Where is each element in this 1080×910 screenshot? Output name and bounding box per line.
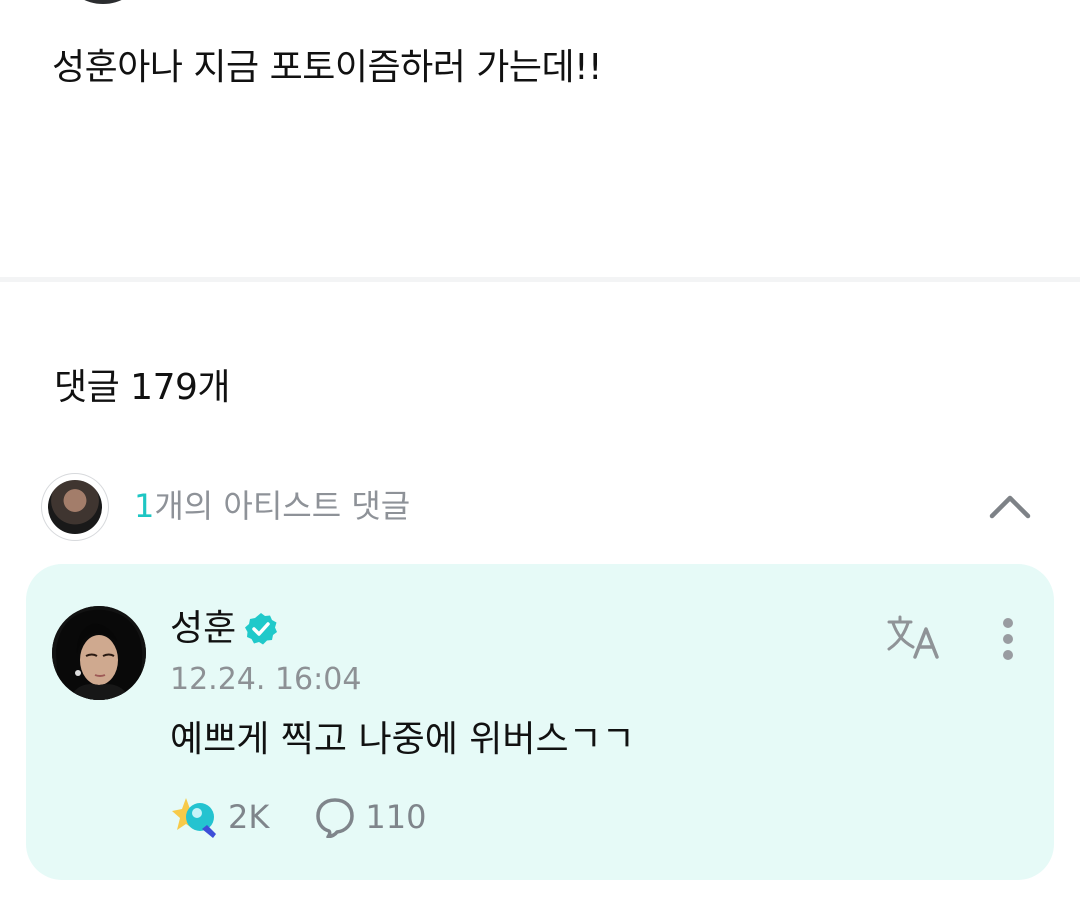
translate-button[interactable] [886,614,942,662]
section-divider [0,277,1080,282]
chevron-up-icon [989,495,1031,519]
artist-comment-label-text: 개의 아티스트 댓글 [154,487,411,525]
comment-actions: 2K 110 [172,790,426,844]
collapse-button[interactable] [988,486,1032,526]
reply-count: 110 [365,798,427,836]
weverse-post-page: 성훈아나 지금 포토이즘하러 가는데!! 댓글 179개 1개의 아티스트 댓글 [0,0,1080,910]
speech-bubble-icon [316,798,355,838]
reply-button[interactable]: 110 [315,795,426,839]
artist-thumbnail [42,474,108,540]
reaction-button[interactable]: 2K [172,795,269,839]
artist-comments-label: 1개의 아티스트 댓글 [134,484,410,528]
post-body: 성훈아나 지금 포토이즘하러 가는데!! [52,47,603,88]
comment-timestamp: 12.24. 16:04 [170,662,362,697]
artist-comment-count: 1 [134,487,155,525]
comments-count-heading: 댓글 179개 [54,367,231,408]
reaction-count: 2K [228,798,270,836]
verified-badge-icon [245,613,278,645]
artist-comment-card: 성훈 12.24. 16:04 예쁘게 찍고 나중에 위버스ㄱㄱ 2K 110 [26,564,1054,880]
comment-author-name[interactable]: 성훈 [170,605,236,653]
sparkle-reaction-icon [172,798,216,838]
artist-avatar-image [52,606,146,700]
more-options-button[interactable] [988,612,1028,666]
blurred-avatar-image [48,480,102,534]
artist-avatar[interactable] [52,606,146,700]
comment-author-row: 성훈 [170,604,278,654]
comment-text: 예쁘게 찍고 나중에 위버스ㄱㄱ [170,719,635,760]
author-avatar[interactable] [70,0,136,4]
artist-comments-toggle[interactable]: 1개의 아티스트 댓글 [42,474,1042,544]
translate-icon [887,615,939,659]
